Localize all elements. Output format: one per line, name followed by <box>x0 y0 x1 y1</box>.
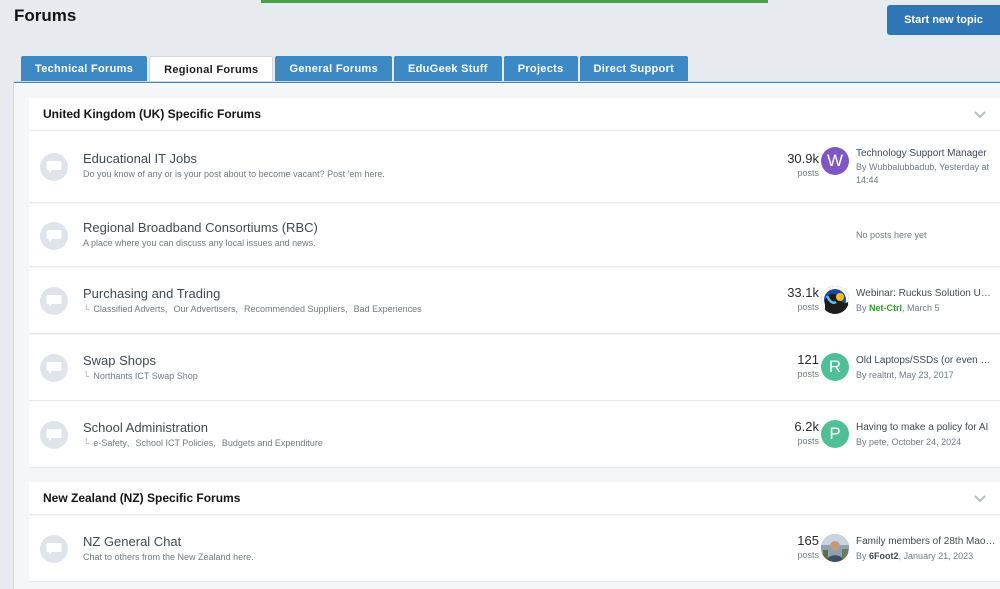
tab-technical-forums[interactable]: Technical Forums <box>21 56 148 82</box>
tab-direct-support[interactable]: Direct Support <box>579 56 689 82</box>
post-count: 30.9k <box>787 151 819 166</box>
chat-bubble-icon <box>40 287 68 315</box>
avatar-letter: R <box>828 357 842 376</box>
last-post-title[interactable]: Webinar: Ruckus Solution Update <box>856 288 996 299</box>
subforum-arrow-icon: └ <box>83 438 90 448</box>
last-post-title[interactable]: Family members of 28th Maori Battalion <box>856 536 996 547</box>
last-post-date: January 21, 2023 <box>903 551 974 561</box>
panel-divider <box>14 82 1000 83</box>
subforum-link[interactable]: Budgets and Expenditure <box>222 438 323 448</box>
subforum-link[interactable]: Recommended Suppliers <box>244 304 345 314</box>
tab-edugeek-stuff[interactable]: EduGeek Stuff <box>394 56 502 82</box>
last-post-user[interactable]: realtnt <box>869 370 894 380</box>
subforum-link[interactable]: Northants ICT Swap Shop <box>93 371 197 381</box>
post-count-label: posts <box>797 550 819 560</box>
tab-general-forums[interactable]: General Forums <box>275 56 393 82</box>
post-count-label: posts <box>797 436 819 446</box>
forum-description: Do you know of any or is your post about… <box>83 169 385 179</box>
chat-bubble-icon <box>40 535 68 563</box>
avatar[interactable]: W <box>821 147 849 175</box>
last-post-meta: By realtnt, May 23, 2017 <box>856 369 996 382</box>
last-post-by-prefix: By <box>856 303 870 313</box>
category-title: New Zealand (NZ) Specific Forums <box>43 491 241 505</box>
no-posts-text: No posts here yet <box>856 230 927 240</box>
forum-tabs: Technical Forums Regional Forums General… <box>21 56 690 83</box>
last-post-meta: By Net-Ctrl, March 5 <box>856 302 996 315</box>
post-count: 121 <box>797 352 819 367</box>
last-post-user[interactable]: pete <box>869 437 887 447</box>
post-count-label: posts <box>797 168 819 178</box>
post-count: 6.2k <box>794 419 819 434</box>
chevron-down-icon[interactable] <box>973 491 987 505</box>
forum-title[interactable]: Regional Broadband Consortiums (RBC) <box>83 220 318 235</box>
last-post-meta: By Wubbalubbadub, Yesterday at 14:44 <box>856 161 996 187</box>
avatar-letter: P <box>829 424 841 443</box>
last-post-user[interactable]: 6Foot2 <box>869 551 899 561</box>
loading-progress-bar <box>261 0 768 3</box>
chat-bubble-icon <box>40 421 68 449</box>
forum-description: A place where you can discuss any local … <box>83 238 316 248</box>
subforum-link[interactable]: e-Safety <box>93 438 127 448</box>
forum-row: Purchasing and Trading └ Classified Adve… <box>29 268 1000 334</box>
subforum-link[interactable]: School ICT Policies <box>135 438 213 448</box>
last-post-date: May 23, 2017 <box>899 370 954 380</box>
chat-bubble-icon <box>40 222 68 250</box>
net-ctrl-logo-icon <box>821 286 849 314</box>
forum-row: School Administration └ e-Safety, School… <box>29 402 1000 468</box>
category-header-uk: United Kingdom (UK) Specific Forums <box>29 98 1000 131</box>
subforum-arrow-icon: └ <box>83 371 90 381</box>
avatar-letter: W <box>826 151 844 170</box>
start-new-topic-button[interactable]: Start new topic <box>887 5 1000 35</box>
last-post-title[interactable]: Old Laptops/SSDs (or even PCs) <box>856 355 996 366</box>
chat-bubble-icon <box>40 354 68 382</box>
chevron-down-icon[interactable] <box>973 107 987 121</box>
subforum-list: └ e-Safety, School ICT Policies, Budgets… <box>83 438 323 448</box>
last-post-by-prefix: By <box>856 437 870 447</box>
tab-projects[interactable]: Projects <box>503 56 578 82</box>
last-post-by-prefix: By <box>856 551 870 561</box>
forum-description: Chat to others from the New Zealand here… <box>83 552 254 562</box>
tab-regional-forums[interactable]: Regional Forums <box>149 56 274 83</box>
category-title: United Kingdom (UK) Specific Forums <box>43 107 262 121</box>
forum-panel: United Kingdom (UK) Specific Forums Educ… <box>13 81 1000 589</box>
avatar[interactable]: R <box>821 353 849 381</box>
post-count-label: posts <box>797 369 819 379</box>
last-post-title[interactable]: Technology Support Manager <box>856 148 996 159</box>
forum-title[interactable]: Purchasing and Trading <box>83 286 220 301</box>
chat-bubble-icon <box>40 153 68 181</box>
avatar[interactable] <box>821 534 849 562</box>
last-post-user[interactable]: Wubbalubbadub <box>869 162 934 172</box>
forum-row: Swap Shops └ Northants ICT Swap Shop 121… <box>29 335 1000 401</box>
forum-title[interactable]: Educational IT Jobs <box>83 151 197 166</box>
post-count: 33.1k <box>787 285 819 300</box>
last-post-meta: By pete, October 24, 2024 <box>856 436 996 449</box>
subforum-arrow-icon: └ <box>83 304 90 314</box>
post-count: 165 <box>797 533 819 548</box>
last-post-title[interactable]: Having to make a policy for AI <box>856 422 996 433</box>
forum-title[interactable]: NZ General Chat <box>83 534 181 549</box>
last-post-date: March 5 <box>907 303 940 313</box>
last-post-by-prefix: By <box>856 162 870 172</box>
subforum-link[interactable]: Our Advertisers <box>173 304 235 314</box>
subforum-list: └ Classified Adverts, Our Advertisers, R… <box>83 304 422 314</box>
last-post-meta: By 6Foot2, January 21, 2023 <box>856 550 996 563</box>
category-header-nz: New Zealand (NZ) Specific Forums <box>29 482 1000 515</box>
forum-row: Regional Broadband Consortiums (RBC) A p… <box>29 204 1000 267</box>
forum-row: NZ General Chat Chat to others from the … <box>29 516 1000 582</box>
forum-row: Educational IT Jobs Do you know of any o… <box>29 131 1000 203</box>
avatar[interactable] <box>821 286 849 314</box>
post-count-label: posts <box>797 302 819 312</box>
last-post-user[interactable]: Net-Ctrl <box>869 303 902 313</box>
forum-title[interactable]: Swap Shops <box>83 353 156 368</box>
forum-title[interactable]: School Administration <box>83 420 208 435</box>
subforum-link[interactable]: Bad Experiences <box>354 304 422 314</box>
page-title: Forums <box>14 6 77 25</box>
last-post-by-prefix: By <box>856 370 870 380</box>
avatar[interactable]: P <box>821 420 849 448</box>
subforum-list: └ Northants ICT Swap Shop <box>83 371 205 381</box>
user-photo-icon <box>821 534 849 562</box>
subforum-link[interactable]: Classified Adverts <box>93 304 165 314</box>
last-post-date: October 24, 2024 <box>891 437 962 447</box>
